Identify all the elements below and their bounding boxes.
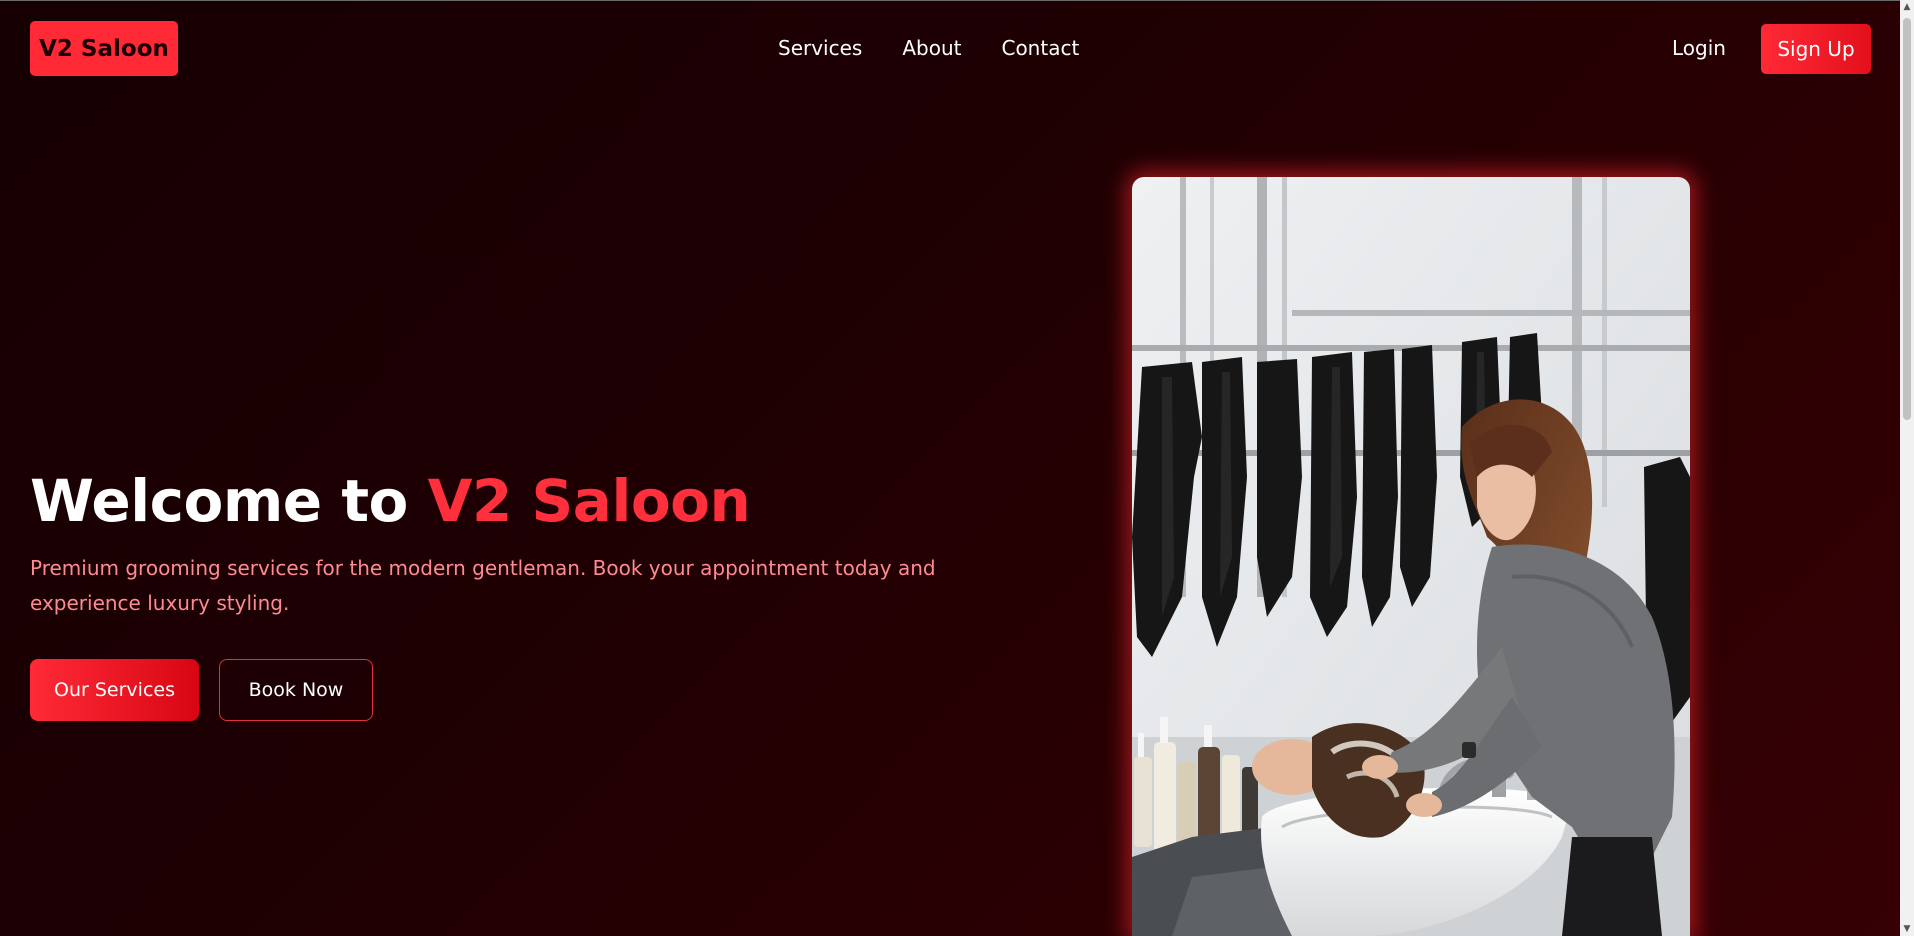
book-now-button[interactable]: Book Now bbox=[219, 659, 373, 721]
scroll-up-arrow-icon[interactable]: ▲ bbox=[1900, 0, 1914, 14]
window-top-border bbox=[0, 0, 1914, 1]
signup-label: Sign Up bbox=[1777, 37, 1855, 61]
scrollbar-thumb[interactable] bbox=[1903, 18, 1911, 420]
logo-text: V2 Saloon bbox=[39, 35, 169, 62]
book-now-label: Book Now bbox=[248, 679, 344, 701]
signup-button[interactable]: Sign Up bbox=[1761, 24, 1871, 74]
login-link[interactable]: Login bbox=[1672, 36, 1726, 60]
hero-title-accent: V2 Saloon bbox=[427, 467, 751, 535]
hero-title: Welcome to V2 Saloon bbox=[30, 466, 751, 536]
hero-subtitle: Premium grooming services for the modern… bbox=[30, 556, 936, 615]
nav-link-contact[interactable]: Contact bbox=[1001, 36, 1079, 60]
nav-link-services[interactable]: Services bbox=[778, 36, 862, 60]
main-nav: Services About Contact bbox=[778, 36, 1079, 60]
hero-title-prefix: Welcome to bbox=[30, 467, 428, 535]
hero-salon-photo bbox=[1132, 177, 1690, 936]
our-services-label: Our Services bbox=[54, 679, 175, 701]
site-logo[interactable]: V2 Saloon bbox=[30, 21, 178, 76]
page-scrollbar[interactable]: ▲ ▼ bbox=[1900, 0, 1914, 936]
nav-link-about[interactable]: About bbox=[902, 36, 961, 60]
our-services-button[interactable]: Our Services bbox=[30, 659, 199, 721]
scroll-down-arrow-icon[interactable]: ▼ bbox=[1900, 922, 1914, 936]
